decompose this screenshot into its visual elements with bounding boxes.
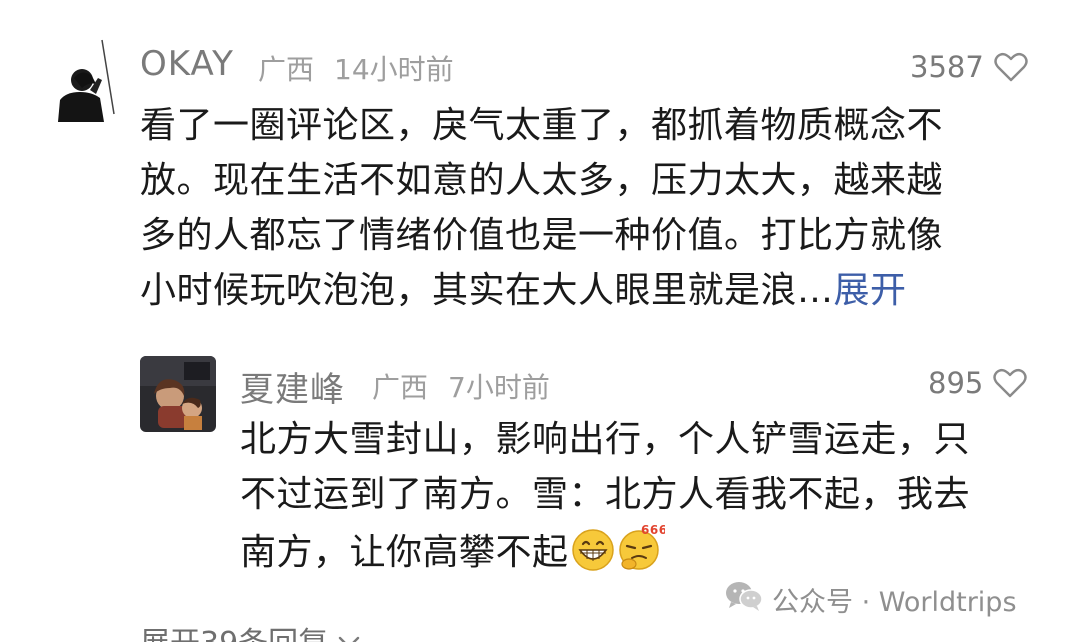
comment-thread: OKAY 广西 14小时前 3587 看了一圈评论区，戾气太重了，都抓着物质概念… — [0, 0, 1080, 642]
expand-replies-label: 展开39条回复 — [140, 618, 328, 642]
reply-avatar[interactable] — [140, 356, 216, 432]
reply-username[interactable]: 夏建峰 — [240, 362, 345, 411]
grin-emoji-icon — [571, 528, 615, 588]
reply-like-count: 895 — [928, 366, 984, 400]
comment-like-button[interactable]: 3587 — [910, 50, 1028, 84]
comment-username[interactable]: OKAY — [140, 44, 234, 84]
watermark: 公众号 · Worldtrips — [724, 580, 1017, 619]
comment-like-count: 3587 — [910, 50, 984, 84]
comment-line: 多的人都忘了情绪价值也是一种价值。打比方就像 — [140, 215, 944, 256]
comment-body: 看了一圈评论区，戾气太重了，都抓着物质概念不 放。现在生活不如意的人太多，压力太… — [140, 98, 943, 318]
comment-line-last: 小时候玩吹泡泡，其实在大人眼里就是浪…展开 — [140, 263, 943, 318]
reply-line: 不过运到了南方。雪：北方人看我不起，我去 — [240, 474, 971, 515]
expand-comment-link[interactable]: 展开 — [834, 270, 907, 311]
comment-line: 小时候玩吹泡泡，其实在大人眼里就是浪… — [140, 270, 834, 311]
reply-like-button[interactable]: 895 — [928, 366, 1028, 400]
watermark-text: 公众号 · Worldtrips — [772, 587, 1017, 618]
chevron-down-icon — [338, 623, 360, 642]
comment-location: 广西 — [258, 53, 315, 86]
reply-line: 南方，让你高攀不起 — [240, 532, 569, 573]
reply-time: 7小时前 — [448, 371, 550, 404]
comment-time: 14小时前 — [334, 53, 454, 86]
comment-line: 放。现在生活不如意的人太多，压力太大，越来越 — [140, 160, 944, 201]
reply-location: 广西 — [372, 371, 429, 404]
wechat-icon — [724, 580, 764, 619]
comment-line: 看了一圈评论区，戾气太重了，都抓着物质概念不 — [140, 105, 944, 146]
avatar[interactable] — [52, 38, 124, 122]
reply-body: 北方大雪封山，影响出行，个人铲雪运走，只 不过运到了南方。雪：北方人看我不起，我… — [240, 412, 970, 588]
reply-line: 北方大雪封山，影响出行，个人铲雪运走，只 — [240, 419, 971, 460]
666-emoji-icon: 666 — [617, 522, 667, 588]
svg-text:666: 666 — [641, 523, 665, 537]
heart-outline-icon[interactable] — [993, 368, 1028, 398]
expand-replies-button[interactable]: 展开39条回复 — [140, 618, 360, 642]
heart-outline-icon[interactable] — [994, 52, 1028, 82]
reply-line-last: 南方，让你高攀不起 666 — [240, 522, 970, 588]
